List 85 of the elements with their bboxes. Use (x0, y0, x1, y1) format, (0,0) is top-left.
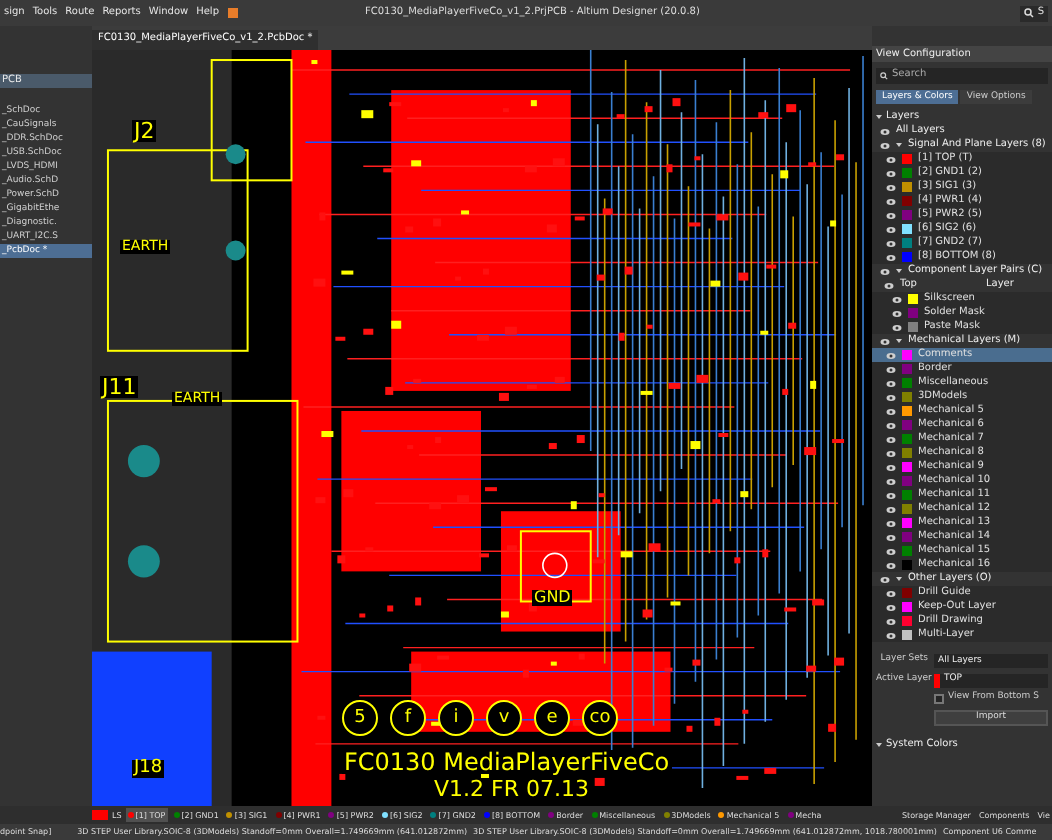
color-swatch[interactable] (902, 630, 912, 640)
eye-icon[interactable] (886, 435, 896, 443)
color-swatch[interactable] (902, 616, 912, 626)
eye-icon[interactable] (886, 519, 896, 527)
eye-icon[interactable] (886, 169, 896, 177)
color-swatch[interactable] (902, 238, 912, 248)
color-swatch[interactable] (902, 490, 912, 500)
search-icon (1023, 8, 1034, 18)
color-swatch[interactable] (902, 168, 912, 178)
color-swatch[interactable] (902, 602, 912, 612)
color-swatch[interactable] (902, 406, 912, 416)
search-icon (880, 72, 888, 80)
color-swatch[interactable] (902, 350, 912, 360)
eye-icon[interactable] (880, 337, 890, 345)
eye-icon[interactable] (886, 617, 896, 625)
eye-icon[interactable] (892, 295, 902, 303)
color-swatch[interactable] (902, 196, 912, 206)
eye-icon[interactable] (886, 589, 896, 597)
board-label: J2 (132, 120, 157, 142)
eye-icon[interactable] (880, 575, 890, 583)
eye-icon[interactable] (880, 127, 890, 135)
caret-icon[interactable] (876, 742, 882, 748)
caret-icon[interactable] (896, 142, 902, 148)
caret-icon[interactable] (876, 114, 882, 120)
eye-icon[interactable] (886, 449, 896, 457)
eye-icon[interactable] (886, 533, 896, 541)
color-swatch[interactable] (902, 518, 912, 528)
board-label: GND (532, 590, 573, 606)
caret-icon[interactable] (896, 576, 902, 582)
color-swatch[interactable] (902, 154, 912, 164)
eye-icon[interactable] (886, 491, 896, 499)
caret-icon[interactable] (896, 338, 902, 344)
color-swatch[interactable] (902, 224, 912, 234)
eye-icon[interactable] (886, 197, 896, 205)
eye-icon[interactable] (892, 323, 902, 331)
color-swatch[interactable] (902, 448, 912, 458)
eye-icon[interactable] (886, 183, 896, 191)
eye-icon[interactable] (886, 393, 896, 401)
eye-icon[interactable] (886, 407, 896, 415)
eye-icon[interactable] (884, 281, 894, 289)
color-swatch[interactable] (902, 462, 912, 472)
color-swatch[interactable] (908, 322, 918, 332)
color-swatch[interactable] (902, 392, 912, 402)
color-swatch[interactable] (902, 420, 912, 430)
eye-icon[interactable] (886, 365, 896, 373)
eye-icon[interactable] (886, 631, 896, 639)
eye-icon[interactable] (886, 211, 896, 219)
eye-icon[interactable] (886, 379, 896, 387)
eye-icon[interactable] (886, 547, 896, 555)
board-label: V1.2 FR 07.13 (432, 778, 591, 800)
color-swatch[interactable] (908, 294, 918, 304)
color-swatch[interactable] (902, 378, 912, 388)
eye-icon[interactable] (892, 309, 902, 317)
eye-icon[interactable] (886, 239, 896, 247)
color-swatch[interactable] (902, 588, 912, 598)
color-swatch[interactable] (902, 532, 912, 542)
color-swatch[interactable] (902, 546, 912, 556)
color-swatch[interactable] (902, 560, 912, 570)
eye-icon[interactable] (886, 463, 896, 471)
eye-icon[interactable] (886, 225, 896, 233)
color-swatch[interactable] (902, 210, 912, 220)
color-swatch[interactable] (908, 308, 918, 318)
color-swatch[interactable] (902, 504, 912, 514)
eye-icon[interactable] (886, 155, 896, 163)
eye-icon[interactable] (886, 351, 896, 359)
color-swatch[interactable] (902, 252, 912, 262)
eye-icon[interactable] (886, 561, 896, 569)
eye-icon[interactable] (886, 253, 896, 261)
caret-icon[interactable] (896, 268, 902, 274)
layer-set-swatch[interactable] (92, 810, 108, 820)
checkbox[interactable] (934, 694, 944, 704)
eye-icon[interactable] (886, 603, 896, 611)
board-label: FC0130 MediaPlayerFiveCo (342, 750, 672, 774)
eye-icon[interactable] (886, 505, 896, 513)
app-icon (227, 8, 237, 18)
color-swatch[interactable] (902, 364, 912, 374)
board-label: J11 (100, 376, 139, 398)
board-label: J18 (132, 760, 165, 778)
color-swatch[interactable] (902, 434, 912, 444)
eye-icon[interactable] (880, 267, 890, 275)
eye-icon[interactable] (880, 141, 890, 149)
eye-icon[interactable] (886, 477, 896, 485)
eye-icon[interactable] (886, 421, 896, 429)
color-swatch[interactable] (902, 182, 912, 192)
color-swatch[interactable] (902, 476, 912, 486)
